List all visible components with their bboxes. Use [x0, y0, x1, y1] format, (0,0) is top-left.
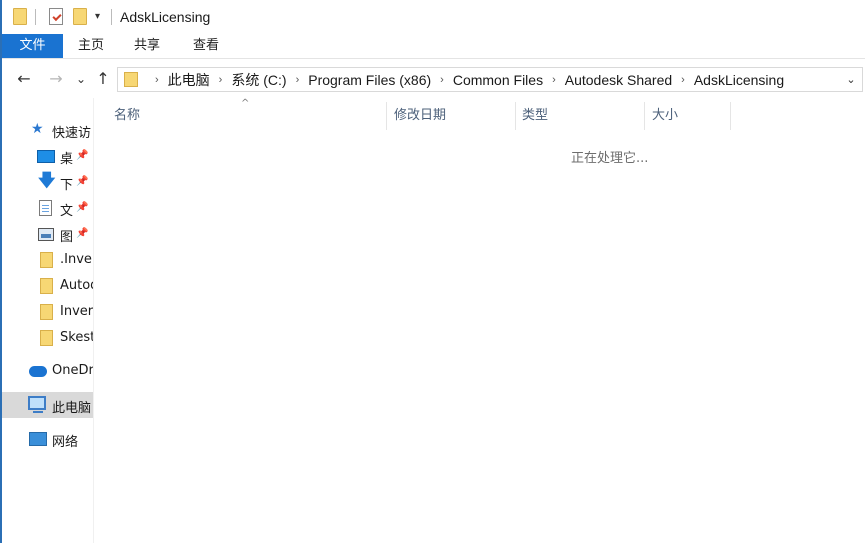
back-button[interactable]: ←	[14, 69, 34, 89]
sidebar-item-label: OneDr	[52, 363, 94, 378]
folder-icon	[13, 8, 27, 25]
breadcrumb-autodesk-shared[interactable]: Autodesk Shared	[565, 72, 672, 88]
sidebar-item-label: 桌	[60, 152, 74, 167]
desktop-icon	[37, 150, 55, 163]
toolbar-separator	[111, 9, 112, 25]
breadcrumb-system-c[interactable]: 系统 (C:)	[231, 70, 286, 90]
window-title: AdskLicensing	[120, 9, 211, 25]
recent-locations-button[interactable]: ⌄	[71, 69, 91, 89]
file-list[interactable]: ^ 名称 修改日期 类型 大小 正在处理它...	[95, 98, 865, 543]
breadcrumb-program-files-x86[interactable]: Program Files (x86)	[308, 72, 431, 88]
column-divider[interactable]	[386, 102, 387, 130]
sidebar-item-quick-access[interactable]: ★ 快速访	[2, 117, 93, 143]
breadcrumb: › 此电脑 › 系统 (C:) › Program Files (x86) › …	[146, 68, 784, 91]
customize-dropdown-icon[interactable]: ▾	[95, 11, 100, 22]
tab-file[interactable]: 文件	[2, 34, 63, 58]
toolbar-separator	[35, 9, 36, 25]
sidebar-item-pictures[interactable]: 图 📌	[2, 221, 93, 247]
sidebar-item-label: Autod	[60, 278, 93, 293]
sidebar-item-sketch[interactable]: Skest	[2, 325, 94, 351]
sidebar-item-label: 下	[60, 178, 74, 193]
column-header-size[interactable]: 大小	[652, 103, 728, 129]
sidebar-item-inventor[interactable]: Inver	[2, 299, 94, 325]
chevron-right-icon[interactable]: ›	[681, 74, 685, 86]
column-header-date-modified[interactable]: 修改日期	[394, 103, 514, 129]
chevron-right-icon[interactable]: ›	[155, 74, 159, 86]
column-header-type[interactable]: 类型	[522, 103, 642, 129]
folder-icon	[40, 278, 53, 294]
sidebar-item-label: .Inver	[60, 252, 94, 267]
ribbon-tabs: 文件 主页 共享 查看	[2, 34, 865, 59]
chevron-right-icon[interactable]: ›	[296, 74, 300, 86]
column-divider[interactable]	[515, 102, 516, 130]
sidebar-item-inver-hidden[interactable]: .Inver	[2, 247, 94, 273]
sidebar-item-label: 网络	[52, 435, 79, 450]
download-icon: 🡇	[38, 171, 56, 191]
sidebar-item-this-pc[interactable]: 此电脑	[2, 392, 93, 418]
sidebar-item-label: Inver	[60, 304, 94, 319]
properties-icon[interactable]	[49, 8, 63, 25]
breadcrumb-adsklicensing[interactable]: AdskLicensing	[694, 72, 784, 88]
address-dropdown-button[interactable]: ⌄	[840, 68, 862, 91]
up-button[interactable]: ↑	[93, 69, 113, 89]
breadcrumb-this-pc[interactable]: 此电脑	[168, 70, 210, 90]
column-divider[interactable]	[644, 102, 645, 130]
pin-icon[interactable]: 📌	[76, 202, 88, 213]
tab-home[interactable]: 主页	[68, 34, 114, 58]
chevron-right-icon[interactable]: ›	[440, 74, 444, 86]
pin-icon[interactable]: 📌	[76, 228, 88, 239]
star-icon: ★	[31, 121, 44, 137]
sidebar-item-documents[interactable]: 文 📌	[2, 195, 93, 221]
chevron-right-icon[interactable]: ›	[219, 74, 223, 86]
breadcrumb-common-files[interactable]: Common Files	[453, 72, 543, 88]
folder-icon	[40, 330, 53, 346]
network-icon	[29, 432, 47, 446]
folder-icon	[40, 252, 53, 268]
sidebar-item-label: 文	[60, 204, 74, 219]
pin-icon[interactable]: 📌	[76, 176, 88, 187]
cloud-icon	[29, 366, 47, 377]
picture-icon	[38, 228, 54, 241]
folder-icon	[124, 72, 138, 87]
sidebar-item-onedrive[interactable]: OneDr	[2, 358, 94, 384]
sidebar-item-label: 此电脑	[52, 401, 92, 416]
sidebar-item-label: 图	[60, 230, 74, 245]
sidebar-item-desktop[interactable]: 桌 📌	[2, 143, 93, 169]
tab-share[interactable]: 共享	[124, 34, 170, 58]
sidebar-item-autodesk[interactable]: Autod	[2, 273, 93, 299]
forward-button[interactable]: →	[46, 69, 66, 89]
pin-icon[interactable]: 📌	[76, 150, 88, 161]
new-folder-icon[interactable]	[73, 8, 87, 25]
folder-icon	[40, 304, 53, 320]
address-bar[interactable]: › 此电脑 › 系统 (C:) › Program Files (x86) › …	[117, 67, 863, 92]
pc-icon	[28, 396, 46, 413]
column-header-name[interactable]: 名称	[114, 103, 384, 129]
column-divider[interactable]	[730, 102, 731, 130]
tab-view[interactable]: 查看	[183, 34, 229, 58]
navigation-pane: ★ 快速访 桌 📌 🡇 下 📌 文 📌 图 📌 .Inver Autod Inv…	[2, 98, 94, 543]
title-bar: ▾ AdskLicensing	[2, 0, 865, 34]
navigation-bar: ← → ⌄ ↑ › 此电脑 › 系统 (C:) › Program Files …	[2, 60, 865, 98]
chevron-right-icon[interactable]: ›	[552, 74, 556, 86]
sidebar-item-label: 快速访	[52, 126, 92, 141]
loading-status-text: 正在处理它...	[571, 151, 649, 166]
sidebar-item-downloads[interactable]: 🡇 下 📌	[2, 169, 93, 195]
document-icon	[39, 200, 52, 216]
sidebar-item-network[interactable]: 网络	[2, 426, 93, 452]
sidebar-item-label: Skest	[60, 330, 94, 345]
